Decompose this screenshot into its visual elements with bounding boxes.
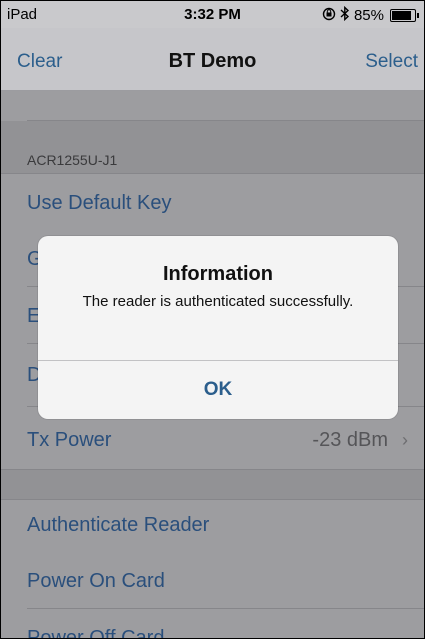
alert-dialog: Information The reader is authenticated … bbox=[38, 236, 398, 419]
app-screen: iPad 3:32 PM 85% Clear BT Demo Select AC… bbox=[0, 0, 425, 639]
alert-title: Information bbox=[163, 263, 273, 285]
alert-message: The reader is authenticated successfully… bbox=[82, 293, 354, 310]
ok-button[interactable]: OK bbox=[38, 361, 398, 419]
